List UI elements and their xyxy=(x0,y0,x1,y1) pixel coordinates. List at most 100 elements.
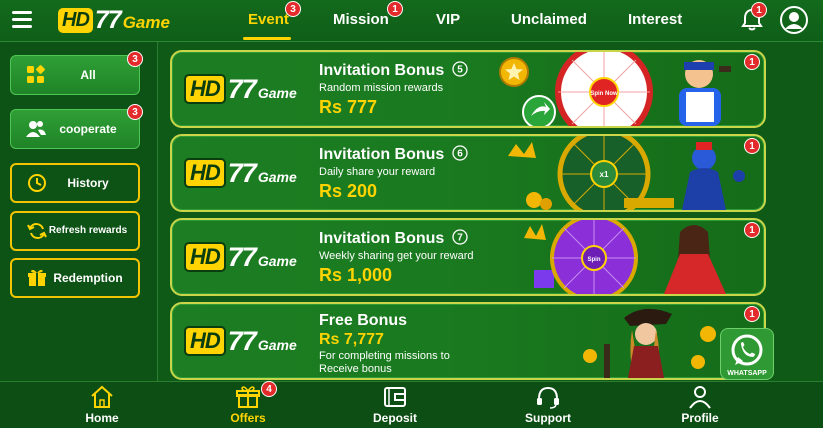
sidebar-item-label: History xyxy=(67,175,109,190)
logo-number: 77 xyxy=(227,73,257,104)
logo-number: 77 xyxy=(94,5,122,34)
sidebar-item-all[interactable]: All xyxy=(10,55,140,95)
sidebar: All 3 cooperate 3 History Refresh reward… xyxy=(0,42,158,381)
bonus-card-invitation-7[interactable]: HD 77 Game Invitation Bonus 7 Weekly sha… xyxy=(170,218,766,296)
card-step: 5 xyxy=(457,65,463,76)
sidebar-all-badge: 3 xyxy=(127,51,143,67)
logo-game: Game xyxy=(257,85,297,101)
nav-profile-label: Profile xyxy=(681,411,719,425)
tab-vip[interactable]: VIP xyxy=(436,11,460,28)
top-header: HD 77 Game Event 3 Mission 1 VIP Unclaim… xyxy=(0,0,823,42)
card-title: Invitation Bonus 6 xyxy=(319,145,468,164)
tab-event-badge: 3 xyxy=(285,1,301,17)
grid-icon xyxy=(25,64,47,86)
nav-offers-label: Offers xyxy=(230,411,266,425)
card-logo: HD 77 Game xyxy=(184,156,297,190)
step-circle-icon: 6 xyxy=(452,145,468,161)
gift-icon xyxy=(26,267,48,289)
step-circle-icon: 7 xyxy=(452,229,468,245)
sidebar-item-label: Refresh rewards xyxy=(48,224,128,236)
wheel-spin-text: Spin xyxy=(588,257,601,263)
spin-wheel-illustration: Spin Now xyxy=(499,52,731,126)
card-step: 7 xyxy=(457,233,463,244)
active-tab-indicator xyxy=(243,37,291,40)
card-title-text: Invitation Bonus xyxy=(319,146,445,163)
users-icon xyxy=(25,118,47,140)
tab-interest[interactable]: Interest xyxy=(628,11,682,28)
nav-offers-badge: 4 xyxy=(261,381,277,397)
card-badge: 1 xyxy=(744,222,760,238)
headset-icon xyxy=(537,386,559,409)
nav-support[interactable]: Support xyxy=(508,385,588,427)
sidebar-item-label: Redemption xyxy=(53,270,123,285)
card-badge: 1 xyxy=(744,54,760,70)
home-icon xyxy=(91,385,113,408)
card-title-text: Invitation Bonus xyxy=(319,230,445,247)
card-subtitle: Random mission rewards xyxy=(319,82,444,94)
card-amount: Rs 7,777 xyxy=(319,331,384,348)
bonus-card-free[interactable]: HD 77 Game Free Bonus Rs 7,777 For compl… xyxy=(170,302,766,380)
card-subtitle: Weekly sharing get your reward xyxy=(319,250,474,262)
tab-mission-badge: 1 xyxy=(387,1,403,17)
nav-profile[interactable]: Profile xyxy=(660,385,740,427)
card-logo: HD 77 Game xyxy=(184,72,297,106)
whatsapp-button[interactable]: WHATSAPP xyxy=(720,328,774,380)
step-circle-icon: 5 xyxy=(452,61,468,77)
sidebar-item-label: All xyxy=(80,67,96,82)
card-title: Free Bonus xyxy=(319,312,408,329)
card-amount: Rs 777 xyxy=(319,97,378,117)
whatsapp-icon xyxy=(731,334,763,366)
refresh-icon xyxy=(26,220,48,242)
person-icon xyxy=(689,386,711,409)
card-step: 6 xyxy=(457,149,463,160)
logo-hd: HD xyxy=(58,7,93,33)
card-title-text: Invitation Bonus xyxy=(319,62,445,79)
card-logo: HD 77 Game xyxy=(184,240,297,274)
user-circle-icon[interactable] xyxy=(779,5,809,35)
sidebar-item-redemption[interactable]: Redemption xyxy=(10,258,140,298)
tab-event[interactable]: Event xyxy=(248,11,289,28)
logo-game: Game xyxy=(122,13,170,32)
nav-home-label: Home xyxy=(85,411,119,425)
tab-mission[interactable]: Mission xyxy=(333,11,389,28)
nav-deposit[interactable]: Deposit xyxy=(355,385,435,427)
purple-wheel-illustration: Spin xyxy=(524,220,726,294)
card-logo: HD 77 Game xyxy=(184,324,297,358)
card-description: For completing missions to Receive bonus xyxy=(319,350,450,375)
nav-deposit-label: Deposit xyxy=(372,411,417,425)
whatsapp-label: WHATSAPP xyxy=(727,370,767,377)
logo-number: 77 xyxy=(227,241,257,272)
clock-icon xyxy=(26,172,48,194)
bonus-card-invitation-5[interactable]: HD 77 Game Invitation Bonus 5 Random mis… xyxy=(170,50,766,128)
app-logo[interactable]: HD 77 Game xyxy=(58,5,170,35)
sidebar-item-refresh-rewards[interactable]: Refresh rewards xyxy=(10,211,140,251)
bonus-card-invitation-6[interactable]: HD 77 Game Invitation Bonus 6 Daily shar… xyxy=(170,134,766,212)
nav-support-label: Support xyxy=(525,411,571,425)
wheel-multiplier-text: x1 xyxy=(600,170,609,179)
card-badge: 1 xyxy=(744,306,760,322)
lucky-wheel-illustration: x1 xyxy=(508,136,745,210)
logo-game: Game xyxy=(257,253,297,269)
logo-game: Game xyxy=(257,337,297,353)
logo-number: 77 xyxy=(227,157,257,188)
gift-icon xyxy=(236,386,260,408)
nav-home[interactable]: Home xyxy=(62,385,142,427)
logo-number: 77 xyxy=(227,325,257,356)
sidebar-item-cooperate[interactable]: cooperate xyxy=(10,109,140,149)
logo-hd: HD xyxy=(184,326,226,356)
sidebar-item-label: cooperate xyxy=(59,121,117,136)
logo-hd: HD xyxy=(184,74,226,104)
card-badge: 1 xyxy=(744,138,760,154)
hamburger-icon[interactable] xyxy=(12,11,32,28)
card-amount: Rs 200 xyxy=(319,181,378,201)
spin-now-text: Spin Now xyxy=(590,91,618,97)
card-title: Invitation Bonus 5 xyxy=(319,61,468,80)
bell-badge: 1 xyxy=(751,2,767,18)
bottom-nav: Home Offers 4 Deposit Support Profile xyxy=(0,381,823,428)
sidebar-cooperate-badge: 3 xyxy=(127,104,143,120)
tab-unclaimed[interactable]: Unclaimed xyxy=(511,11,587,28)
card-amount: Rs 1,000 xyxy=(319,265,393,285)
card-title: Invitation Bonus 7 xyxy=(319,229,468,248)
logo-hd: HD xyxy=(184,158,226,188)
sidebar-item-history[interactable]: History xyxy=(10,163,140,203)
